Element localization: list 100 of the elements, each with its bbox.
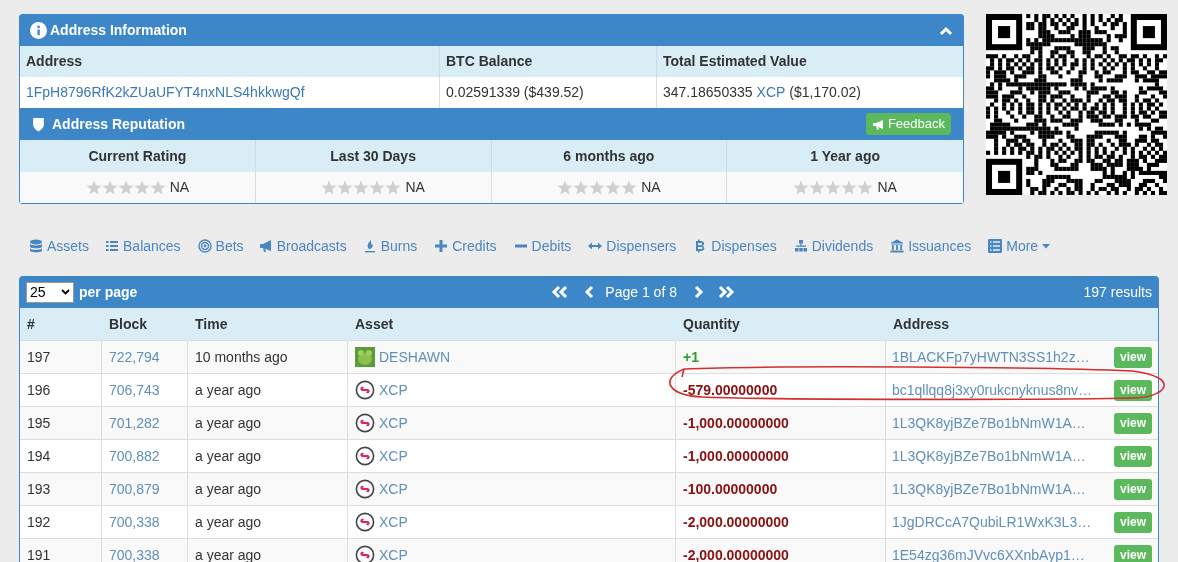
- nav-tab[interactable]: Balances: [105, 235, 181, 257]
- info-icon: [30, 22, 47, 39]
- list-icon: [105, 239, 119, 253]
- frog-icon: [355, 347, 375, 367]
- nav-tab[interactable]: Dispenses: [693, 235, 777, 257]
- coin-icon: [355, 479, 375, 499]
- column-header: Quantity: [682, 314, 741, 334]
- per-page-select[interactable]: 25: [26, 281, 74, 303]
- column-header: Total Estimated Value: [657, 46, 963, 77]
- star-icon: [793, 180, 810, 195]
- column-header: Block: [108, 314, 149, 334]
- caret-icon: [1042, 243, 1051, 249]
- address-link[interactable]: 1L3QK8yjBZe7Bo1bNmW1A…: [892, 445, 1086, 467]
- column-header: Asset: [354, 314, 395, 334]
- address-link[interactable]: 1L3QK8yjBZe7Bo1bNmW1A…: [892, 478, 1086, 500]
- star-icon: [809, 180, 826, 195]
- sitemap-icon: [793, 239, 808, 253]
- star-icon: [605, 180, 622, 195]
- view-button[interactable]: view: [1114, 412, 1152, 434]
- nav-tab[interactable]: Debits: [513, 235, 572, 257]
- target-icon: [197, 239, 212, 253]
- coin-icon: [355, 413, 375, 433]
- last-page-icon[interactable]: [716, 285, 736, 299]
- asset-link[interactable]: DESHAWN: [379, 346, 451, 368]
- asset-link[interactable]: XCP: [379, 511, 408, 533]
- nav-tab[interactable]: Bets: [197, 235, 244, 257]
- megaphone-icon: [258, 239, 273, 253]
- nav-tab[interactable]: Assets: [29, 235, 89, 257]
- shield-icon: [32, 116, 45, 132]
- asset-link[interactable]: XCP: [379, 445, 408, 467]
- column-header: Time: [194, 314, 229, 334]
- star-icon: [353, 180, 370, 195]
- asset-link[interactable]: XCP: [379, 478, 408, 500]
- nav-tab[interactable]: Issuances: [890, 235, 972, 257]
- rating-value: NA: [877, 178, 897, 197]
- panel-title: Address Information: [50, 21, 187, 40]
- asset-link[interactable]: XCP: [379, 412, 408, 434]
- list-icon: [988, 239, 1003, 253]
- column-header: Address: [892, 314, 951, 334]
- nav-tab[interactable]: Burns: [362, 235, 418, 257]
- address-link[interactable]: 1BLACKFp7yHWTN3SS1h2z…: [892, 346, 1090, 368]
- asset-link[interactable]: XCP: [756, 82, 786, 103]
- star-icon: [385, 180, 402, 195]
- panel-title: Address Reputation: [52, 114, 185, 134]
- view-button[interactable]: view: [1114, 379, 1152, 401]
- megaphone-icon: [871, 118, 885, 130]
- feedback-button[interactable]: Feedback: [865, 113, 951, 135]
- column-header: #: [26, 314, 36, 334]
- rating-value: NA: [405, 178, 425, 197]
- view-button[interactable]: view: [1114, 346, 1152, 368]
- star-icon: [85, 180, 102, 195]
- star-icon: [117, 180, 134, 195]
- star-icon: [857, 180, 874, 195]
- star-icon: [557, 180, 574, 195]
- nav-tab[interactable]: Dividends: [793, 235, 874, 257]
- nav-tab[interactable]: Dispensers: [588, 235, 677, 257]
- address-link[interactable]: 1E54zg36mJVvc6XXnbAyp1…: [892, 544, 1085, 562]
- view-button[interactable]: view: [1114, 544, 1152, 562]
- view-button[interactable]: view: [1114, 511, 1152, 533]
- view-button[interactable]: view: [1114, 445, 1152, 467]
- asset-link[interactable]: XCP: [379, 544, 408, 562]
- star-icon: [369, 180, 386, 195]
- quantity-value: -2,000.00000000: [676, 539, 886, 562]
- star-icon: [825, 180, 842, 195]
- column-header: 1 Year ago: [727, 140, 963, 172]
- coin-icon: [355, 446, 375, 466]
- table-cell: 191: [20, 539, 102, 562]
- per-page-label: per page: [79, 282, 138, 302]
- column-header: Last 30 Days: [255, 140, 492, 172]
- plus-icon: [434, 239, 449, 253]
- star-icon: [621, 180, 638, 195]
- column-header: Current Rating: [20, 140, 256, 172]
- rating-value: NA: [641, 178, 661, 197]
- coin-icon: [355, 380, 375, 400]
- results-count: 197 results: [1083, 282, 1152, 302]
- address-link[interactable]: 1L3QK8yjBZe7Bo1bNmW1A…: [892, 412, 1086, 434]
- column-header: Address: [20, 46, 440, 77]
- rating-value: NA: [169, 178, 190, 197]
- star-icon: [589, 180, 606, 195]
- star-icon: [101, 180, 118, 195]
- star-icon: [149, 180, 166, 195]
- asset-link[interactable]: XCP: [379, 379, 408, 401]
- address-link[interactable]: 1JgDRCcA7QubiLR1WxK3L3…: [892, 511, 1092, 533]
- star-icon: [133, 180, 150, 195]
- star-icon: [337, 180, 354, 195]
- table-cell: a year ago: [188, 539, 348, 562]
- chevron-down-icon: [61, 289, 70, 295]
- nav-tab[interactable]: Broadcasts: [258, 235, 347, 257]
- database-icon: [29, 239, 43, 253]
- coin-icon: [355, 512, 375, 532]
- view-button[interactable]: view: [1114, 478, 1152, 500]
- value-amount: 347.18650335: [663, 83, 753, 102]
- column-header: 6 months ago: [491, 140, 728, 172]
- nav-tab[interactable]: More: [988, 235, 1051, 257]
- block-link[interactable]: 700,338: [102, 539, 188, 562]
- nav-tab[interactable]: Credits: [434, 235, 497, 257]
- star-icon: [841, 180, 858, 195]
- page-indicator: Page 1 of 8: [605, 282, 677, 302]
- flame-icon: [362, 239, 377, 253]
- address-link[interactable]: bc1qllqq8j3xy0rukcnyknus8nv…: [892, 379, 1092, 401]
